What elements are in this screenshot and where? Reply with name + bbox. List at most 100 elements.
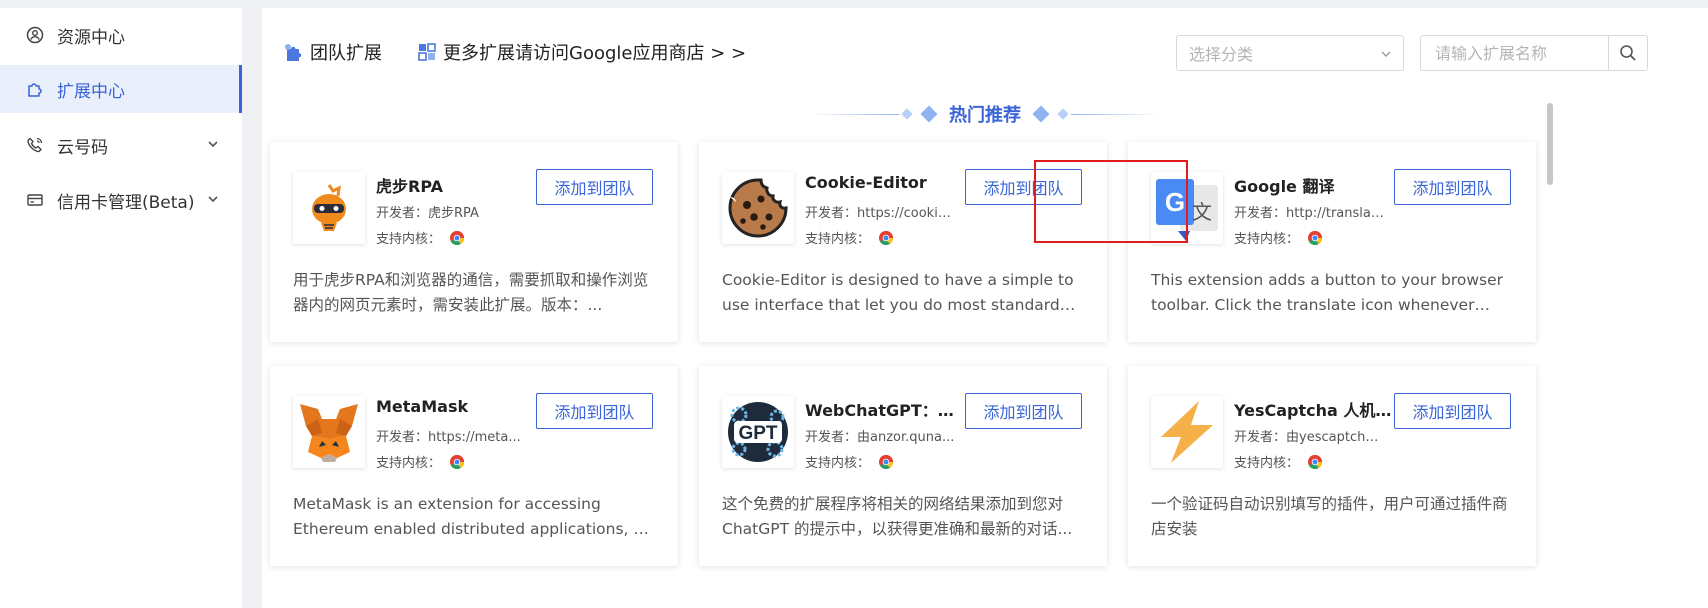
developer-prefix: 开发者： xyxy=(805,206,858,221)
google-store-link[interactable]: 更多扩展请访问Google应用商店 > > xyxy=(417,38,746,66)
extension-name: WebChatGPT：可... xyxy=(805,401,965,420)
chrome-icon xyxy=(450,230,465,245)
kernel-label: 支持内核： xyxy=(805,232,871,247)
add-to-team-button[interactable]: 添加到团队 xyxy=(965,169,1082,205)
google-store-link-label: 更多扩展请访问Google应用商店 > > xyxy=(443,43,747,64)
developer-prefix: 开发者： xyxy=(1234,430,1287,445)
chevron-down-icon xyxy=(1379,46,1393,65)
extension-name: MetaMask xyxy=(376,397,469,416)
extension-card: YesCaptcha 人机助手 开发者：由yescaptcha... 支持内核：… xyxy=(1128,366,1536,566)
chevron-down-icon[interactable] xyxy=(205,136,221,152)
chrome-icon xyxy=(1308,454,1323,469)
extension-description: Cookie-Editor is designed to have a simp… xyxy=(722,271,1074,314)
extension-kernel: 支持内核： xyxy=(805,452,894,471)
developer-value: 由anzor.quna... xyxy=(857,430,955,445)
extension-developer: 开发者：https://cookie... xyxy=(805,202,955,221)
developer-value: http://translat... xyxy=(1286,206,1384,221)
sidebar-item-credit-card[interactable]: 信用卡管理(Beta) xyxy=(0,175,242,225)
extension-name: 虎步RPA xyxy=(376,177,443,196)
svg-text:G: G xyxy=(1165,187,1185,217)
extension-kernel: 支持内核： xyxy=(805,228,894,247)
extension-kernel: 支持内核： xyxy=(376,228,465,247)
extension-card: GPT WebChatGPT：可... 开发者：由anzor.quna... 支… xyxy=(699,366,1107,566)
developer-prefix: 开发者： xyxy=(1234,206,1287,221)
add-to-team-button[interactable]: 添加到团队 xyxy=(1394,169,1511,205)
sidebar-item-label: 信用卡管理(Beta) xyxy=(57,192,195,213)
extension-card: Cookie-Editor 开发者：https://cookie... 支持内核… xyxy=(699,142,1107,342)
svg-text:GPT: GPT xyxy=(738,423,777,444)
extension-description: 一个验证码自动识别填写的插件，用户可通过插件商店安装 xyxy=(1151,495,1508,538)
search-button[interactable] xyxy=(1608,36,1647,70)
extension-developer: 开发者：http://translat... xyxy=(1234,202,1384,221)
extension-card: MetaMask 开发者：https://meta... 支持内核： 添加到团队… xyxy=(270,366,678,566)
extension-developer: 开发者：由yescaptcha... xyxy=(1234,426,1384,445)
extension-kernel: 支持内核： xyxy=(1234,228,1323,247)
developer-prefix: 开发者： xyxy=(805,430,858,445)
sidebar-item-label: 扩展中心 xyxy=(57,81,125,102)
webchatgpt-logo: GPT xyxy=(722,396,794,468)
section-title: 热门推荐 xyxy=(949,105,1021,126)
kernel-label: 支持内核： xyxy=(376,456,442,471)
diamond-decoration xyxy=(920,105,938,123)
sidebar-item-label: 云号码 xyxy=(57,137,108,158)
extension-kernel: 支持内核： xyxy=(376,452,465,471)
svg-text:文: 文 xyxy=(1192,200,1212,224)
sidebar-item-label: 资源中心 xyxy=(57,27,125,48)
extension-name: Cookie-Editor xyxy=(805,173,927,192)
chrome-icon xyxy=(1308,230,1323,245)
search-box xyxy=(1420,35,1648,71)
extension-description: MetaMask is an extension for accessing E… xyxy=(293,495,650,538)
chrome-icon xyxy=(450,454,465,469)
extension-kernel: 支持内核： xyxy=(1234,452,1323,471)
search-icon xyxy=(1620,45,1636,61)
developer-value: https://cookie... xyxy=(857,206,955,221)
extension-description: This extension adds a button to your bro… xyxy=(1151,271,1504,314)
divider xyxy=(809,113,899,115)
developer-value: 虎步RPA xyxy=(428,206,479,221)
google-translate-logo: G 文 xyxy=(1151,172,1223,244)
sidebar-item-cloud-number[interactable]: 云号码 xyxy=(0,120,242,170)
chevron-down-icon[interactable] xyxy=(205,191,221,207)
developer-prefix: 开发者： xyxy=(376,430,429,445)
kernel-label: 支持内核： xyxy=(805,456,871,471)
cookie-editor-logo xyxy=(722,172,794,244)
scrollbar-thumb[interactable] xyxy=(1547,103,1553,185)
tab-team-extensions[interactable]: 团队扩展 xyxy=(282,38,382,66)
diamond-decoration xyxy=(1032,105,1050,123)
section-header-hot: 热门推荐 xyxy=(262,100,1708,128)
extension-developer: 开发者：由anzor.quna... xyxy=(805,426,955,445)
hubu-rpa-logo xyxy=(293,172,365,244)
developer-prefix: 开发者： xyxy=(376,206,429,221)
extension-name: Google 翻译 xyxy=(1234,177,1335,196)
extension-developer: 开发者：https://meta... xyxy=(376,426,526,445)
kernel-label: 支持内核： xyxy=(376,232,442,247)
extension-search-input[interactable] xyxy=(1433,37,1617,69)
extension-card: G 文 Google 翻译 开发者：http://translat... 支持内… xyxy=(1128,142,1536,342)
category-select-placeholder: 选择分类 xyxy=(1189,45,1254,64)
kernel-label: 支持内核： xyxy=(1234,232,1300,247)
puzzle-icon xyxy=(25,79,45,99)
chrome-icon xyxy=(879,230,894,245)
extension-card: 虎步RPA 开发者：虎步RPA 支持内核： 添加到团队 用于虎步RPA和浏览器的… xyxy=(270,142,678,342)
sidebar: 资源中心 扩展中心 云号码 信用卡管理(Beta) xyxy=(0,8,242,608)
add-to-team-button[interactable]: 添加到团队 xyxy=(536,169,653,205)
add-to-team-button[interactable]: 添加到团队 xyxy=(965,393,1082,429)
team-extensions-label: 团队扩展 xyxy=(310,43,382,64)
user-circle-icon xyxy=(25,25,45,45)
diamond-decoration xyxy=(1057,108,1069,120)
category-select[interactable]: 选择分类 xyxy=(1176,35,1404,71)
metamask-logo xyxy=(293,396,365,468)
sidebar-item-resource-center[interactable]: 资源中心 xyxy=(0,10,242,60)
credit-card-icon xyxy=(25,190,45,210)
add-to-team-button[interactable]: 添加到团队 xyxy=(1394,393,1511,429)
diamond-decoration xyxy=(901,108,913,120)
extension-name: YesCaptcha 人机助手 xyxy=(1234,401,1394,420)
kernel-label: 支持内核： xyxy=(1234,456,1300,471)
yescaptcha-logo xyxy=(1151,396,1223,468)
add-to-team-button[interactable]: 添加到团队 xyxy=(536,393,653,429)
puzzle-team-icon xyxy=(285,44,302,61)
phone-icon xyxy=(25,135,45,155)
developer-value: https://meta... xyxy=(428,430,521,445)
sidebar-item-extension-center[interactable]: 扩展中心 xyxy=(0,65,242,113)
extension-description: 这个免费的扩展程序将相关的网络结果添加到您对ChatGPT 的提示中，以获得更准… xyxy=(722,495,1073,538)
